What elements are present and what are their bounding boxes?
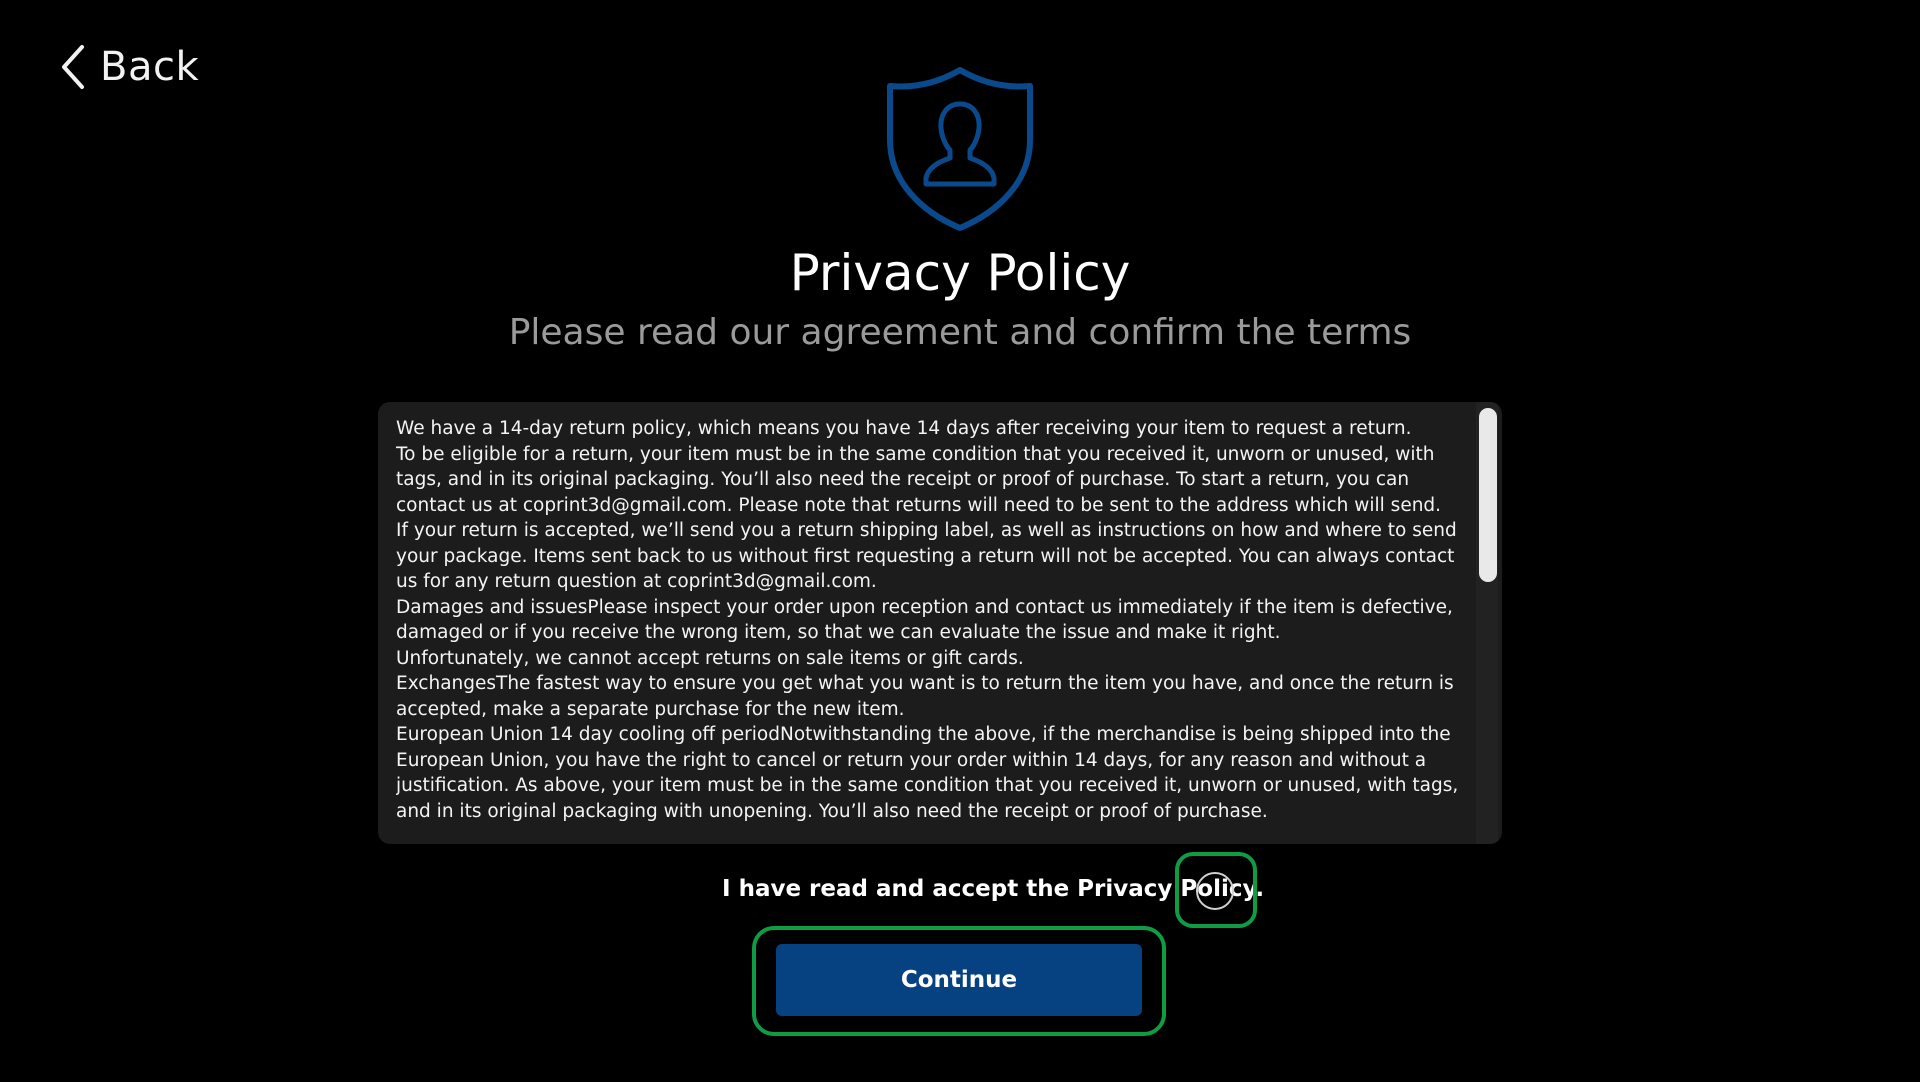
policy-paragraph: We have a 14-day return policy, which me… — [396, 418, 1412, 439]
consent-row: I have read and accept the Privacy Polic… — [0, 864, 1920, 924]
chevron-left-icon — [62, 45, 84, 89]
policy-paragraph: ExchangesThe fastest way to ensure you g… — [396, 673, 1454, 720]
scrollbar-thumb[interactable] — [1479, 408, 1497, 582]
policy-scrollbar[interactable] — [1476, 402, 1498, 844]
policy-text-box[interactable]: We have a 14-day return policy, which me… — [378, 402, 1502, 844]
policy-content: We have a 14-day return policy, which me… — [396, 416, 1466, 832]
policy-paragraph: Damages and issuesPlease inspect your or… — [396, 596, 1453, 644]
policy-paragraph: If your return is accepted, we’ll send y… — [396, 520, 1457, 592]
privacy-policy-screen: Back Privacy Policy Please read our agre… — [0, 0, 1920, 1082]
policy-paragraph: Unfortunately, we cannot accept returns … — [396, 647, 1024, 669]
page-subtitle: Please read our agreement and confirm th… — [508, 312, 1412, 353]
shield-user-icon — [887, 67, 1033, 231]
policy-paragraph: To be eligible for a return, your item m… — [396, 443, 1442, 516]
back-button[interactable]: Back — [60, 44, 199, 90]
continue-button[interactable]: Continue — [776, 944, 1142, 1016]
policy-paragraph: European Union 14 day cooling off period… — [396, 724, 1459, 822]
back-label: Back — [100, 44, 200, 90]
accept-checkbox[interactable] — [1196, 872, 1234, 910]
page-title: Privacy Policy — [789, 244, 1131, 302]
